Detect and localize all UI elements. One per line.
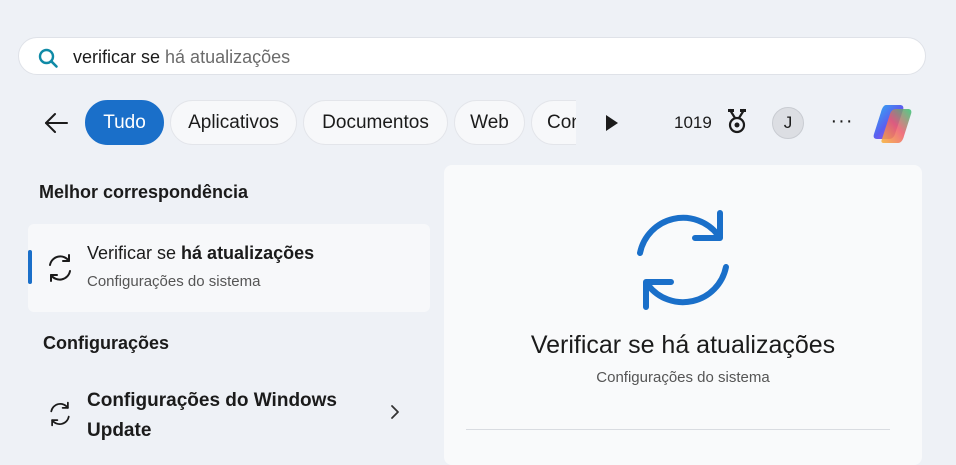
copilot-icon[interactable] <box>872 101 916 145</box>
tab-settings[interactable]: Configurações <box>531 100 576 145</box>
best-match-title-bold: há atualizações <box>181 243 315 263</box>
selection-indicator <box>28 250 32 284</box>
list-item[interactable]: Configurações do Windows Update <box>28 378 430 450</box>
best-match-title-prefix: Verificar se <box>87 243 182 263</box>
rewards-points[interactable]: 1019 <box>674 112 712 134</box>
tab-documents[interactable]: Documentos <box>303 100 448 145</box>
more-options-button[interactable]: ··· <box>828 110 856 134</box>
tab-all[interactable]: Tudo <box>85 100 164 145</box>
preview-subtitle: Configurações do sistema <box>596 369 770 386</box>
search-typed-text: verificar se <box>73 47 161 67</box>
best-match-title: Verificar se há atualizações <box>87 243 314 264</box>
sync-icon <box>637 210 729 310</box>
rewards-medal-icon[interactable] <box>724 108 750 136</box>
back-arrow-icon <box>45 113 68 133</box>
search-box[interactable]: verificar se há atualizações <box>18 37 926 75</box>
best-match-item[interactable]: Verificar se há atualizações Configuraçõ… <box>28 224 430 312</box>
back-button[interactable] <box>40 107 72 139</box>
list-item-title: Configurações do Windows Update <box>87 390 337 441</box>
best-match-heading: Melhor correspondência <box>39 182 249 202</box>
sync-icon <box>49 254 71 282</box>
search-input[interactable]: verificar se há atualizações <box>73 47 290 67</box>
best-match-subtitle: Configurações do sistema <box>87 273 261 290</box>
filter-tabs: Tudo Aplicativos Documentos Web Configur… <box>85 100 576 145</box>
divider <box>466 429 890 430</box>
tab-web[interactable]: Web <box>454 100 525 145</box>
preview-panel: Verificar se há atualizações Configuraçõ… <box>444 165 922 465</box>
avatar[interactable]: J <box>772 107 804 139</box>
play-icon[interactable] <box>600 112 622 134</box>
tab-apps[interactable]: Aplicativos <box>170 100 297 145</box>
preview-title: Verificar se há atualizações <box>530 331 836 359</box>
search-icon <box>38 48 58 68</box>
settings-heading: Configurações <box>43 333 170 353</box>
sync-icon <box>50 401 70 427</box>
search-suggestion-text: há atualizações <box>160 47 291 67</box>
chevron-right-icon[interactable] <box>388 403 402 421</box>
